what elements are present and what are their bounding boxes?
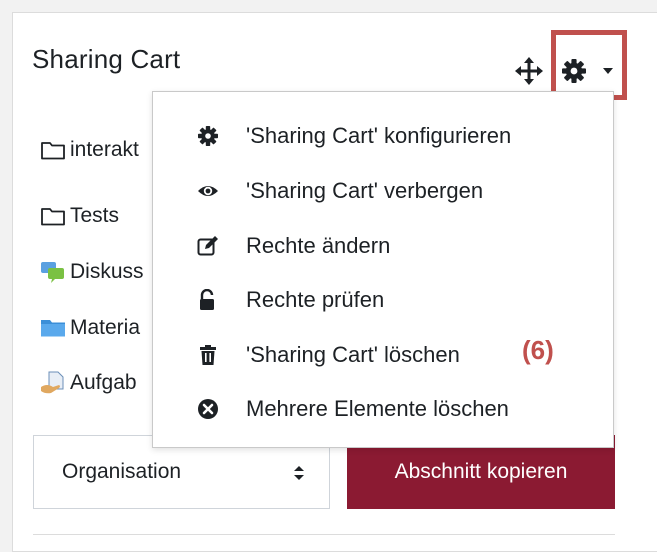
menu-item-label: Rechte prüfen [246, 287, 385, 312]
menu-item-configure[interactable]: 'Sharing Cart' konfigurieren [153, 113, 613, 159]
list-item-label: Diskuss [70, 260, 144, 283]
list-item[interactable]: Diskuss [40, 257, 162, 287]
menu-item-label: Mehrere Elemente löschen [246, 396, 509, 421]
section-select-value: Organisation [62, 460, 182, 483]
folder-blue-icon [41, 320, 65, 337]
list-item[interactable]: Aufgab [40, 368, 162, 398]
forum-icon [41, 262, 64, 283]
annotation-callout: (6) [522, 335, 554, 365]
list-item-label: Materia [70, 316, 141, 339]
list-item[interactable]: Tests [40, 201, 162, 231]
list-item[interactable]: Materia [40, 313, 162, 343]
assignment-icon [41, 371, 64, 394]
gear-icon [198, 126, 218, 146]
list-item-label: Tests [70, 204, 120, 227]
menu-item-change-permissions[interactable]: Rechte ändern [153, 223, 613, 269]
menu-item-label: 'Sharing Cart' konfigurieren [246, 123, 512, 148]
folder-icon [41, 208, 65, 226]
eye-icon [198, 186, 218, 196]
menu-item-delete-multiple[interactable]: Mehrere Elemente löschen [153, 386, 613, 432]
list-item-label: interakt [70, 138, 139, 161]
actions-dropdown-menu: 'Sharing Cart' konfigurieren 'Sharing Ca… [152, 91, 614, 448]
divider [33, 534, 615, 535]
menu-item-hide[interactable]: 'Sharing Cart' verbergen [153, 168, 613, 214]
menu-item-check-permissions[interactable]: Rechte prüfen [153, 277, 613, 323]
unlock-icon [200, 289, 214, 310]
menu-item-label: Rechte ändern [246, 233, 391, 258]
move-icon[interactable] [514, 56, 544, 86]
menu-item-label: 'Sharing Cart' verbergen [246, 178, 484, 203]
menu-item-label: 'Sharing Cart' löschen [246, 342, 460, 367]
block-title: Sharing Cart [32, 44, 181, 74]
select-updown-icon [294, 466, 304, 480]
list-item-label: Aufgab [70, 371, 137, 394]
edit-icon [197, 236, 218, 256]
folder-icon [41, 142, 65, 160]
list-item[interactable]: interakt [40, 135, 162, 165]
trash-icon [200, 345, 216, 365]
annotation-highlight-box [551, 30, 627, 100]
times-circle-icon [198, 399, 218, 419]
